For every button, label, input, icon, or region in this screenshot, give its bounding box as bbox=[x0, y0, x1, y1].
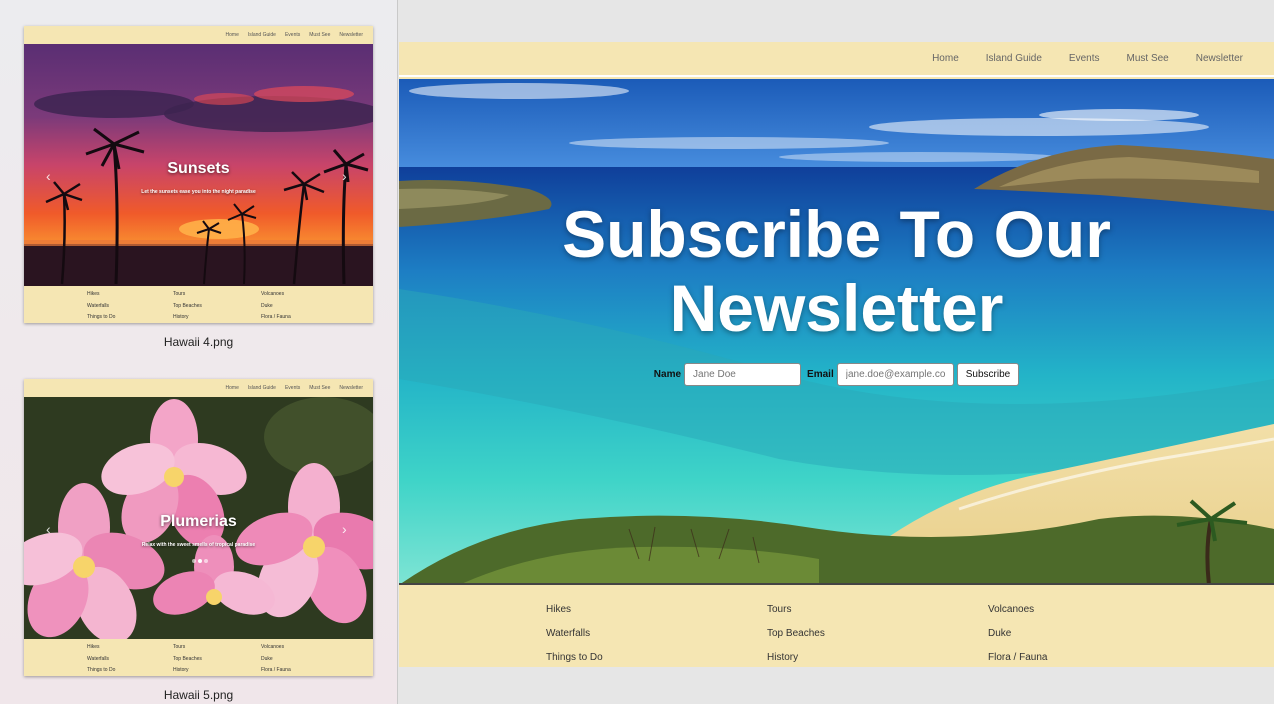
thumb-footer-link: Tours bbox=[173, 644, 186, 650]
newsletter-form: Name Email Subscribe bbox=[399, 363, 1274, 386]
thumbnail-caption[interactable]: Hawaii 5.png bbox=[24, 688, 373, 702]
thumb-footer-link: Tours bbox=[173, 291, 186, 297]
thumbnail-caption[interactable]: Hawaii 4.png bbox=[24, 335, 373, 349]
slide-title: Sunsets bbox=[167, 160, 230, 177]
thumbnail-hawaii-4[interactable]: Home Island Guide Events Must See Newsle… bbox=[24, 26, 373, 349]
footer-link-things-to-do[interactable]: Things to Do bbox=[546, 646, 603, 670]
thumb-footer-link: Top Beaches bbox=[173, 655, 202, 662]
name-label: Name bbox=[653, 369, 682, 380]
thumb-nav-events: Events bbox=[284, 32, 301, 38]
thumbnail-footer: Hikes Waterfalls Things to Do Tours Top … bbox=[24, 639, 373, 676]
footer-link-hikes[interactable]: Hikes bbox=[546, 598, 603, 622]
nav-home[interactable]: Home bbox=[932, 53, 959, 64]
thumb-footer-link: Duke bbox=[261, 655, 273, 662]
thumbnail-sidebar: Home Island Guide Events Must See Newsle… bbox=[0, 0, 398, 704]
footer-link-tours[interactable]: Tours bbox=[767, 598, 825, 622]
footer-link-top-beaches[interactable]: Top Beaches bbox=[767, 622, 825, 646]
nav-events[interactable]: Events bbox=[1069, 53, 1100, 64]
thumbnail-footer: Hikes Waterfalls Things to Do Tours Top … bbox=[24, 286, 373, 323]
thumb-footer-link: Hikes bbox=[87, 644, 100, 650]
site-navbar: Home Island Guide Events Must See Newsle… bbox=[399, 42, 1274, 77]
thumb-footer-link: Volcanoes bbox=[261, 644, 285, 650]
thumbnail-preview: Home Island Guide Events Must See Newsle… bbox=[24, 379, 373, 676]
footer-link-waterfalls[interactable]: Waterfalls bbox=[546, 622, 603, 646]
slide-subtitle: Relax with the sweet smells of tropical … bbox=[141, 542, 256, 548]
footer-link-history[interactable]: History bbox=[767, 646, 825, 670]
website-preview: Home Island Guide Events Must See Newsle… bbox=[399, 42, 1274, 667]
email-input[interactable] bbox=[836, 363, 954, 386]
slide-subtitle: Let the sunsets ease you into the night … bbox=[141, 189, 256, 195]
thumb-nav-home: Home bbox=[225, 385, 239, 391]
thumb-nav-home: Home bbox=[225, 32, 239, 38]
thumb-footer-link: History bbox=[173, 667, 189, 673]
thumb-footer-link: Waterfalls bbox=[87, 655, 110, 662]
thumb-footer-link: Hikes bbox=[87, 291, 100, 297]
thumbnail-nav: Home Island Guide Events Must See Newsle… bbox=[24, 379, 373, 397]
thumb-nav-island-guide: Island Guide bbox=[247, 32, 276, 38]
thumbnail-hawaii-5[interactable]: Home Island Guide Events Must See Newsle… bbox=[24, 379, 373, 702]
hero-section: Subscribe To Our Newsletter Name Email S… bbox=[399, 79, 1274, 585]
thumb-footer-link: Volcanoes bbox=[261, 291, 285, 297]
thumb-nav-events: Events bbox=[284, 385, 301, 391]
thumb-nav-must-see: Must See bbox=[309, 32, 331, 38]
thumb-footer-link: History bbox=[173, 314, 189, 320]
thumb-nav-newsletter: Newsletter bbox=[339, 385, 363, 391]
nav-island-guide[interactable]: Island Guide bbox=[986, 53, 1042, 64]
thumbnail-preview: Home Island Guide Events Must See Newsle… bbox=[24, 26, 373, 323]
footer-link-volcanoes[interactable]: Volcanoes bbox=[988, 598, 1047, 622]
thumb-nav-must-see: Must See bbox=[309, 385, 331, 391]
hero-title-line2: Newsletter bbox=[669, 271, 1004, 345]
hero-title-line1: Subscribe To Our bbox=[562, 197, 1111, 271]
thumb-footer-link: Duke bbox=[261, 302, 273, 309]
footer-link-flora-fauna[interactable]: Flora / Fauna bbox=[988, 646, 1047, 670]
name-input[interactable] bbox=[684, 363, 802, 386]
site-footer: Hikes Waterfalls Things to Do Tours Top … bbox=[399, 587, 1274, 667]
thumb-nav-island-guide: Island Guide bbox=[247, 385, 276, 391]
thumb-footer-link: Flora / Fauna bbox=[261, 667, 291, 673]
email-label: Email bbox=[807, 369, 834, 380]
sunset-image: ‹ › Sunsets Let the sunsets ease you int… bbox=[24, 44, 373, 286]
nav-newsletter[interactable]: Newsletter bbox=[1196, 53, 1243, 64]
plumeria-image: ‹ › Plumerias Relax with the sweet smell… bbox=[24, 397, 373, 639]
thumb-footer-link: Top Beaches bbox=[173, 302, 202, 309]
thumb-nav-newsletter: Newsletter bbox=[339, 32, 363, 38]
subscribe-button[interactable]: Subscribe bbox=[956, 363, 1020, 386]
thumb-footer-link: Flora / Fauna bbox=[261, 314, 291, 320]
thumb-footer-link: Things to Do bbox=[87, 667, 116, 673]
thumbnail-nav: Home Island Guide Events Must See Newsle… bbox=[24, 26, 373, 44]
hero-title: Subscribe To Our Newsletter bbox=[399, 197, 1274, 345]
nav-must-see[interactable]: Must See bbox=[1127, 53, 1169, 64]
thumb-footer-link: Things to Do bbox=[87, 314, 116, 320]
thumb-footer-link: Waterfalls bbox=[87, 302, 110, 309]
footer-link-duke[interactable]: Duke bbox=[988, 622, 1047, 646]
slide-title: Plumerias bbox=[160, 513, 237, 530]
